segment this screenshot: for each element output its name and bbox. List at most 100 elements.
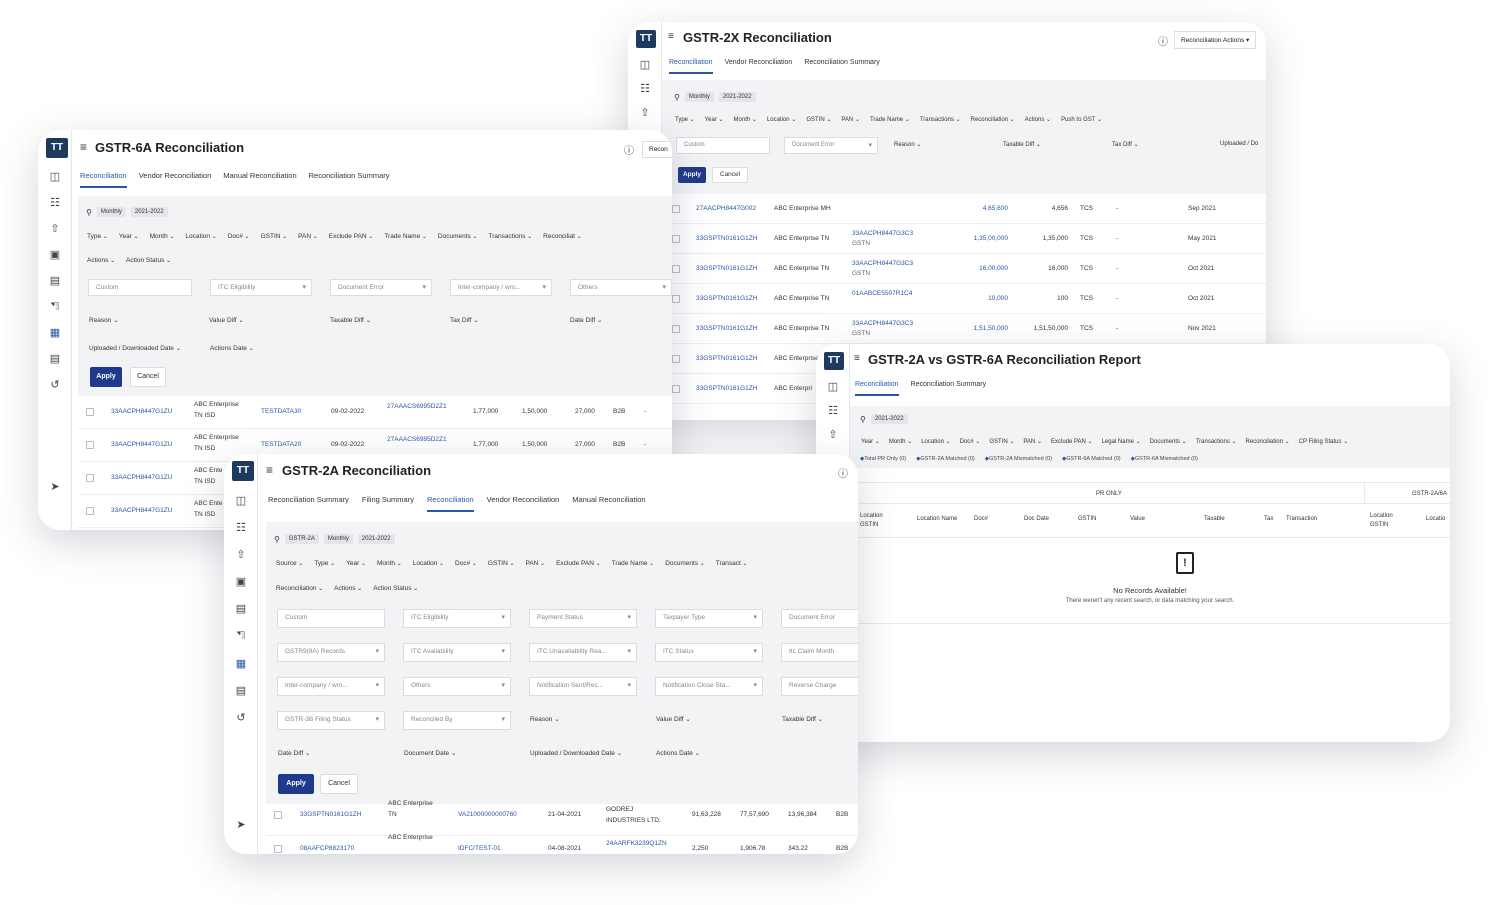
- chip-year[interactable]: 2021-2022: [718, 92, 756, 102]
- taxable-diff-filter[interactable]: Taxable Diff ⌄: [1003, 141, 1041, 148]
- tab-vendor-reconciliation[interactable]: Vendor Reconciliation: [725, 59, 793, 74]
- taxable-diff-filter[interactable]: Taxable Diff ⌄: [782, 715, 823, 723]
- file-sheet-icon[interactable]: ▤: [47, 274, 63, 288]
- filter-doc[interactable]: Doc#: [228, 233, 250, 240]
- upload-icon[interactable]: ⇧: [233, 548, 249, 562]
- cell-gstin[interactable]: 08AAFCP8823170: [300, 845, 354, 852]
- reconciliation-actions-button[interactable]: Reconciliation Actions ▾: [1174, 31, 1257, 49]
- legend-6a-matched[interactable]: GSTR-6A Matched (0): [1062, 456, 1120, 462]
- filter-exclude-pan[interactable]: Exclude PAN: [329, 233, 374, 240]
- info-icon[interactable]: ⓘ: [624, 142, 634, 157]
- cell-pan[interactable]: 33AACPH8447G3C3: [852, 320, 913, 327]
- notification-sent-select[interactable]: Notification Sent/Rec...: [529, 677, 637, 696]
- columns-icon[interactable]: ◫: [637, 58, 653, 72]
- cancel-button[interactable]: Cancel: [130, 367, 166, 387]
- chip-gstr2a[interactable]: GSTR-2A: [284, 534, 319, 544]
- legend-2a-matched[interactable]: GSTR-2A Matched (0): [916, 456, 974, 462]
- upload-icon[interactable]: ⇧: [637, 106, 653, 120]
- table-row[interactable]: 33GSPTN0161G1ZH ABC Enterprise TN 33AACPH8…: [662, 254, 1266, 284]
- filter-doc[interactable]: Doc#: [455, 560, 477, 567]
- date-diff-filter[interactable]: Date Diff ⌄: [570, 316, 602, 324]
- taxpayer-type-select[interactable]: Taxpayer Type: [655, 609, 763, 628]
- menu-icon[interactable]: ≡: [668, 31, 674, 42]
- apply-button[interactable]: Apply: [278, 774, 314, 794]
- tab-reconciliation[interactable]: Reconciliation: [855, 381, 899, 396]
- cell-gstin[interactable]: 33AACPH8447G1ZU: [111, 441, 172, 448]
- itc-status-select[interactable]: ITC Status: [655, 643, 763, 662]
- actions-date-filter[interactable]: Actions Date ⌄: [656, 749, 700, 757]
- inter-company-select[interactable]: Inter-company / wro...: [450, 279, 552, 296]
- row-checkbox[interactable]: [672, 205, 680, 213]
- filter-location[interactable]: Location: [921, 438, 950, 445]
- itc-unavailability-reason-select[interactable]: ITC Unavailability Rea...: [529, 643, 637, 662]
- table-row[interactable]: 08AAFCP8823170 ABC Enterprise IDFC/TEST-01…: [266, 834, 858, 854]
- row-checkbox[interactable]: [672, 235, 680, 243]
- filter-pan[interactable]: PAN: [841, 116, 860, 123]
- gstr3b-filing-status-select[interactable]: GSTR-3B Filing Status: [277, 711, 385, 730]
- document-date-filter[interactable]: Document Date ⌄: [404, 749, 456, 757]
- filter-documents[interactable]: Documents: [438, 233, 478, 240]
- itc-availability-select[interactable]: ITC Availability: [403, 643, 511, 662]
- filter-transactions[interactable]: Transactions: [920, 116, 961, 123]
- tab-manual-reconciliation[interactable]: Manual Reconciliation: [223, 171, 296, 188]
- row-checkbox[interactable]: [86, 408, 94, 416]
- row-checkbox[interactable]: [672, 355, 680, 363]
- filter-cp-filing-status[interactable]: CP Filing Status: [1299, 438, 1349, 445]
- search-bar[interactable]: ⚲ Monthly 2021-2022: [674, 92, 756, 102]
- cell-counterparty[interactable]: 27AAACS6995D2Z1: [387, 436, 447, 443]
- cell-pan[interactable]: 33AACPH8447G3C3: [852, 230, 913, 237]
- document-error-select[interactable]: Document Error: [330, 279, 432, 296]
- filter-push-to-gst[interactable]: Push to GST: [1061, 116, 1102, 123]
- upload-icon[interactable]: ⇧: [825, 428, 841, 442]
- cancel-button[interactable]: Cancel: [712, 167, 748, 183]
- search-bar[interactable]: ⚲ GSTR-2A Monthly 2021-2022: [274, 534, 395, 544]
- apply-button[interactable]: Apply: [90, 367, 122, 387]
- tab-filing-summary[interactable]: Filing Summary: [362, 495, 414, 512]
- filter-year[interactable]: Year: [705, 116, 724, 123]
- filter-action-status[interactable]: Action Status: [126, 257, 171, 264]
- cell-doc[interactable]: VA21000000000760: [458, 811, 517, 818]
- row-checkbox[interactable]: [672, 295, 680, 303]
- filter-location[interactable]: Location: [413, 560, 444, 567]
- row-checkbox[interactable]: [672, 385, 680, 393]
- reconciliation-actions-button[interactable]: Recon: [642, 141, 672, 158]
- filter-type[interactable]: Type: [675, 116, 695, 123]
- custom-input[interactable]: Custom: [676, 137, 770, 154]
- table-row[interactable]: 33GSPTN0161G1ZH ABC Enterprise TN 33AACPH8…: [662, 314, 1266, 344]
- chip-year[interactable]: 2021-2022: [870, 414, 908, 424]
- row-checkbox[interactable]: [86, 507, 94, 515]
- cell-pan[interactable]: 01AABCE5507R1C4: [852, 290, 912, 297]
- filter-reconciliation[interactable]: Reconciliation: [276, 585, 323, 592]
- tab-reconciliation-summary[interactable]: Reconciliation Summary: [804, 59, 879, 74]
- filter-trade-name[interactable]: Trade Name: [870, 116, 910, 123]
- apply-button[interactable]: Apply: [678, 167, 706, 183]
- filter-type[interactable]: Type: [314, 560, 335, 567]
- cell-gstin[interactable]: 33GSPTN0161G1ZH: [696, 385, 757, 392]
- chip-monthly[interactable]: Monthly: [323, 534, 353, 544]
- filter-type[interactable]: Type: [87, 233, 108, 240]
- menu-icon[interactable]: ≡: [854, 353, 860, 364]
- uploaded-filter[interactable]: Uploaded / Do: [1220, 141, 1258, 147]
- tab-reconciliation[interactable]: Reconciliation: [669, 59, 713, 74]
- file-report-icon[interactable]: ▤: [47, 352, 63, 366]
- reason-filter[interactable]: Reason ⌄: [894, 141, 921, 148]
- table-row[interactable]: 33AACPH8447G1ZU ABC Enterprise TN ISD TESTD…: [78, 396, 672, 429]
- notification-close-select[interactable]: Notification Close Sta...: [655, 677, 763, 696]
- menu-icon[interactable]: ≡: [80, 140, 87, 154]
- filter-pan[interactable]: PAN: [525, 560, 545, 567]
- table-row[interactable]: 27AACPH8447G002 ABC Enterprise MH 4,65,600…: [662, 194, 1266, 224]
- custom-input[interactable]: Custom: [277, 609, 385, 628]
- filter-gstin[interactable]: GSTIN: [989, 438, 1014, 445]
- table-row[interactable]: 33GSPTN0161G1ZH ABC Enterprise TN 01AABCE5…: [662, 284, 1266, 314]
- history-icon[interactable]: ↺: [47, 378, 63, 392]
- payment-status-select[interactable]: Payment Status: [529, 609, 637, 628]
- filter-transactions[interactable]: Transactions: [1196, 438, 1237, 445]
- expand-icon[interactable]: ➤: [47, 480, 63, 494]
- actions-date-filter[interactable]: Actions Date ⌄: [210, 344, 254, 352]
- cell-gstin[interactable]: 33AACPH8447G1ZU: [111, 474, 172, 481]
- columns-icon[interactable]: ◫: [233, 494, 249, 508]
- legend-6a-mismatched[interactable]: GSTR-6A Mismatched (0): [1131, 456, 1198, 462]
- cell-gstin[interactable]: 33AACPH8447G1ZU: [111, 408, 172, 415]
- row-checkbox[interactable]: [274, 811, 282, 819]
- cell-counterparty[interactable]: 27AAACS6995D2Z1: [387, 403, 447, 410]
